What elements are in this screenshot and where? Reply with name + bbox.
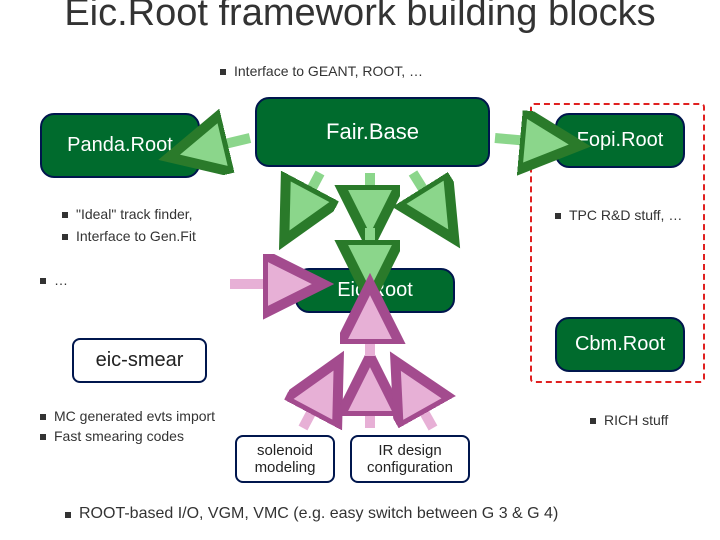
bullet-square-icon xyxy=(555,213,561,219)
arrow-fairbase-to-panda xyxy=(200,130,255,160)
arrow-fairbase-down-mid xyxy=(355,170,385,215)
bullet-square-icon xyxy=(220,69,226,75)
arrow-fairbase-down-left xyxy=(295,170,330,215)
arrow-fairbase-to-fopi xyxy=(490,128,552,158)
eicroot-node: Eic.Root xyxy=(295,268,455,313)
fopi-bullet: TPC R&D stuff, … xyxy=(555,207,682,223)
cbmroot-node: Cbm.Root xyxy=(555,317,685,372)
irdesign-node: IR design configuration xyxy=(350,435,470,483)
slide-title: Eic.Root framework building blocks xyxy=(0,0,720,35)
footer-bullet-text: ROOT-based I/O, VGM, VMC (e.g. easy swit… xyxy=(79,505,558,523)
top-bullet: Interface to GEANT, ROOT, … xyxy=(220,63,423,79)
arrow-eicroot-up-left xyxy=(295,390,330,435)
arrow-fairbase-down-right xyxy=(405,170,445,215)
bullet-square-icon xyxy=(62,212,68,218)
panda-bullet-2: Interface to Gen.Fit xyxy=(62,228,196,244)
arrow-panda-to-eicroot xyxy=(225,272,295,297)
eicsmear-node: eic-smear xyxy=(72,338,207,383)
arrow-eicroot-up-mid xyxy=(355,390,385,435)
panda-bullet-3: … xyxy=(40,272,68,288)
bullet-square-icon xyxy=(40,414,46,420)
smear-bullet-1-text: MC generated evts import xyxy=(54,408,215,424)
smear-bullet-1: MC generated evts import xyxy=(40,408,215,424)
panda-bullet-1-text: "Ideal" track finder, xyxy=(76,206,193,222)
pandaroot-node: Panda.Root xyxy=(40,113,200,178)
panda-bullet-3-text: … xyxy=(54,272,68,288)
smear-bullet-2-text: Fast smearing codes xyxy=(54,428,184,444)
fopi-bullet-text: TPC R&D stuff, … xyxy=(569,207,682,223)
fopiroot-node: Fopi.Root xyxy=(555,113,685,168)
arrow-to-eicroot-from-below xyxy=(355,318,385,363)
panda-bullet-2-text: Interface to Gen.Fit xyxy=(76,228,196,244)
bullet-square-icon xyxy=(40,434,46,440)
bullet-square-icon xyxy=(65,512,71,518)
arrow-fairbase-to-eicroot xyxy=(355,225,385,270)
top-bullet-text: Interface to GEANT, ROOT, … xyxy=(234,63,423,79)
arrow-eicroot-up-right xyxy=(405,390,445,435)
panda-bullet-1: "Ideal" track finder, xyxy=(62,206,193,222)
cbm-bullet-text: RICH stuff xyxy=(604,412,668,428)
smear-bullet-2: Fast smearing codes xyxy=(40,428,184,444)
bullet-square-icon xyxy=(40,278,46,284)
footer-bullet: ROOT-based I/O, VGM, VMC (e.g. easy swit… xyxy=(65,505,558,523)
solenoid-node: solenoid modeling xyxy=(235,435,335,483)
bullet-square-icon xyxy=(590,418,596,424)
fairbase-node: Fair.Base xyxy=(255,97,490,167)
cbm-bullet: RICH stuff xyxy=(590,412,668,428)
bullet-square-icon xyxy=(62,234,68,240)
